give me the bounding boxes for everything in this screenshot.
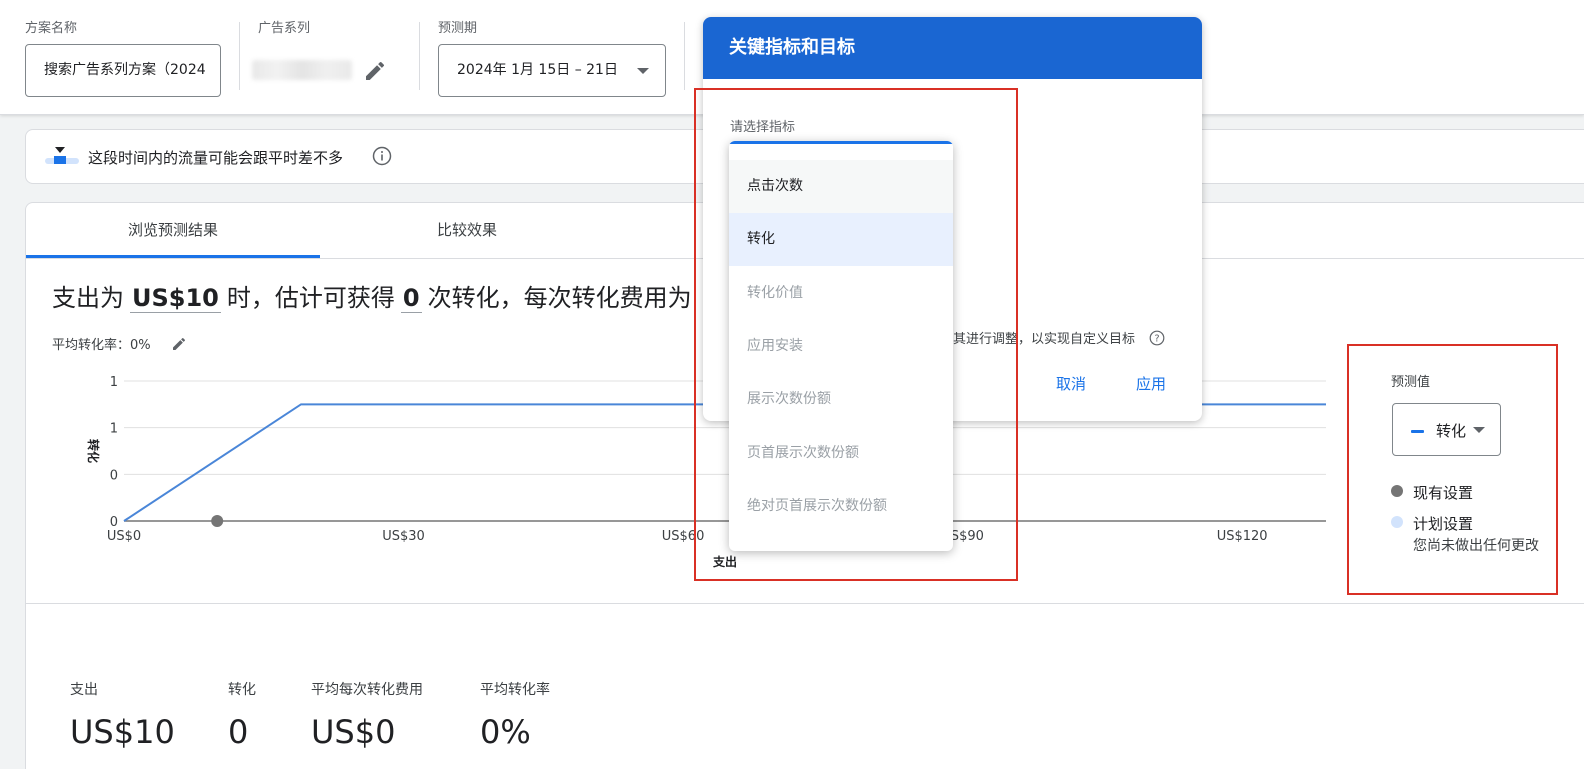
y-tick-label: 1 (110, 422, 118, 437)
annotation-box-dropdown (694, 88, 1018, 581)
y-axis-title: 转化 (86, 439, 101, 463)
section-divider (26, 603, 1584, 604)
period-label: 预测期 (438, 21, 478, 36)
header-divider (419, 22, 420, 90)
cancel-button[interactable]: 取消 (1056, 373, 1086, 394)
y-tick-label: 1 (110, 375, 118, 390)
stat-avg-conversion-rate: 平均转化率 0% (480, 679, 550, 751)
plan-name-input[interactable]: 搜索广告系列方案（2024 (25, 44, 221, 97)
headline-text: 次转化，每次转化费用为 (427, 284, 692, 312)
banner-text: 这段时间内的流量可能会跟平时差不多 (88, 149, 344, 167)
stat-value: 0% (480, 713, 531, 751)
stat-value: US$10 (70, 713, 175, 751)
headline-text: 支出为 (52, 284, 124, 312)
stat-conversions: 转化 0 (228, 679, 256, 751)
headline-spend-value[interactable]: US$10 (130, 284, 221, 313)
svg-text:?: ? (1155, 334, 1160, 345)
stat-label: 支出 (70, 682, 98, 698)
current-setting-point (211, 515, 224, 527)
period-select[interactable]: 2024年 1月 15日 – 21日 (438, 44, 666, 97)
tab-browse-forecast[interactable]: 浏览预测结果 (26, 203, 320, 258)
x-tick-label: US$0 (107, 529, 141, 544)
info-icon[interactable] (372, 146, 392, 166)
x-tick-label: US$30 (382, 529, 425, 544)
stat-value: US$0 (311, 713, 396, 751)
campaign-name-redacted (252, 60, 352, 80)
period-value: 2024年 1月 15日 – 21日 (457, 62, 618, 78)
apply-button[interactable]: 应用 (1136, 373, 1166, 394)
stat-value: 0 (228, 713, 249, 751)
y-tick-label: 0 (110, 468, 118, 483)
stat-label: 转化 (228, 682, 256, 698)
stat-label: 平均每次转化费用 (311, 682, 423, 698)
annotation-box-forecast-panel (1347, 344, 1558, 595)
stat-label: 平均转化率 (480, 682, 550, 698)
headline-conversions-value: 0 (400, 284, 422, 313)
campaign-label: 广告系列 (258, 21, 311, 36)
avg-conversion-rate: 平均转化率：0% (52, 333, 185, 353)
plan-name-label: 方案名称 (25, 21, 78, 36)
edit-pencil-icon[interactable] (363, 59, 387, 83)
traffic-level-icon (45, 147, 79, 164)
x-tick-label: US$120 (1217, 529, 1268, 544)
y-tick-label: 0 (110, 515, 118, 530)
headline-text: 时，估计可获得 (226, 284, 395, 312)
header-divider (239, 22, 240, 90)
header-divider (684, 22, 685, 90)
help-icon[interactable]: ? (1149, 330, 1165, 346)
stat-cost-per-conversion: 平均每次转化费用 US$0 (311, 679, 423, 751)
dialog-title: 关键指标和目标 (703, 17, 1202, 79)
tab-compare-performance[interactable]: 比较效果 (320, 203, 614, 258)
stat-spend: 支出 US$10 (70, 679, 175, 751)
edit-pencil-icon[interactable] (171, 336, 187, 352)
forecast-headline: 支出为 US$10 时，估计可获得 0 次转化，每次转化费用为 (52, 278, 692, 313)
avg-conversion-rate-label: 平均转化率：0% (52, 338, 151, 353)
chevron-down-icon (637, 68, 649, 74)
